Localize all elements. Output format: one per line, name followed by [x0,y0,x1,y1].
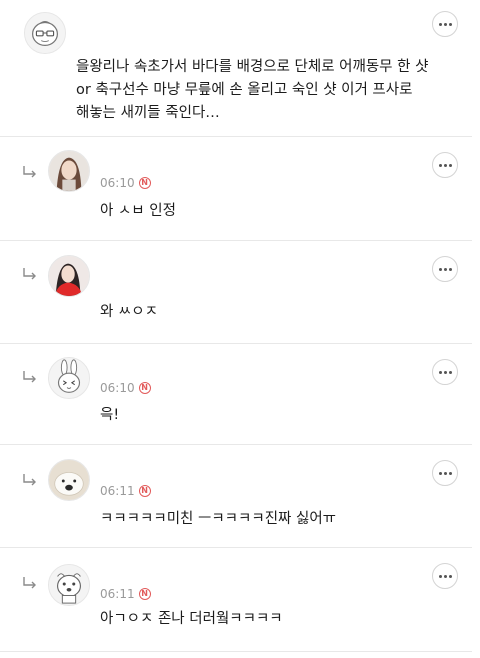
dot [438,370,442,374]
more-options-button[interactable] [432,152,458,178]
reply-arrow-icon [23,474,36,486]
dot [448,267,452,271]
dot [438,22,442,26]
dot [448,370,452,374]
more-options-button[interactable] [432,563,458,589]
more-options-button[interactable] [432,359,458,385]
dot [448,471,452,475]
new-badge: N [138,177,151,189]
reply-arrow-icon [23,577,36,589]
reply-item: 06:11 N ㅋㅋㅋㅋㅋ미친 ㅡㅋㅋㅋㅋ진짜 싫어ㅠ [0,445,472,548]
avatar[interactable] [48,357,90,399]
doodle-face-icon [25,13,65,53]
comment-meta: 06:11 N [100,484,151,498]
red-shirt-photo-icon [49,256,89,296]
new-badge: N [138,588,151,600]
avatar[interactable] [24,12,66,54]
timestamp: 06:10 [100,176,135,190]
dot [443,574,447,578]
dot [438,471,442,475]
dot [448,163,452,167]
timestamp: 06:11 [100,587,135,601]
comment-text: 을왕리나 속초가서 바다를 배경으로 단체로 어깨동무 한 샷 or 축구선수 … [76,59,429,121]
comment-text: ㅋㅋㅋㅋㅋ미친 ㅡㅋㅋㅋㅋ진짜 싫어ㅠ [100,511,336,527]
avatar[interactable] [48,255,90,297]
dot [443,22,447,26]
timestamp: 06:11 [100,484,135,498]
dot [438,267,442,271]
dot [438,574,442,578]
comment-meta: 06:10 N [100,176,151,190]
comment-item: 을왕리나 속초가서 바다를 배경으로 단체로 어깨동무 한 샷 or 축구선수 … [0,0,472,137]
reply-item: 06:10 N 아 ㅅㅂ 인정 [0,137,472,241]
dot [443,471,447,475]
more-options-button[interactable] [432,460,458,486]
dot [448,574,452,578]
dog-doodle-icon [49,565,89,605]
reply-item: 06:10 N 윽! [0,344,472,445]
avatar[interactable] [48,150,90,192]
avatar[interactable] [48,459,90,501]
comment-meta: 06:10 N [100,381,151,395]
reply-item: 06:11 N 아ㄱㅇㅈ 존나 더러웤ㅋㅋㅋㅋ [0,548,472,652]
dot [438,163,442,167]
timestamp: 06:10 [100,381,135,395]
comment-meta: 06:11 N [100,587,151,601]
more-options-button[interactable] [432,256,458,282]
reply-arrow-icon [23,371,36,383]
comment-text: 아ㄱㅇㅈ 존나 더러웤ㅋㅋㅋㅋ [100,611,283,627]
dot [443,370,447,374]
reply-arrow-icon [23,268,36,280]
woman-photo-icon [49,151,89,191]
rabbit-doodle-icon [49,358,89,398]
new-badge: N [138,382,151,394]
comment-text: 윽! [100,407,120,423]
dot [443,163,447,167]
avatar[interactable] [48,564,90,606]
dot [443,267,447,271]
reply-item: 와 ㅆㅇㅈ [0,241,472,344]
dot [448,22,452,26]
reply-arrow-icon [23,166,36,178]
comment-text: 아 ㅅㅂ 인정 [100,203,176,219]
dog-photo-icon [49,460,89,500]
more-options-button[interactable] [432,11,458,37]
comment-text: 와 ㅆㅇㅈ [100,304,158,320]
new-badge: N [138,485,151,497]
